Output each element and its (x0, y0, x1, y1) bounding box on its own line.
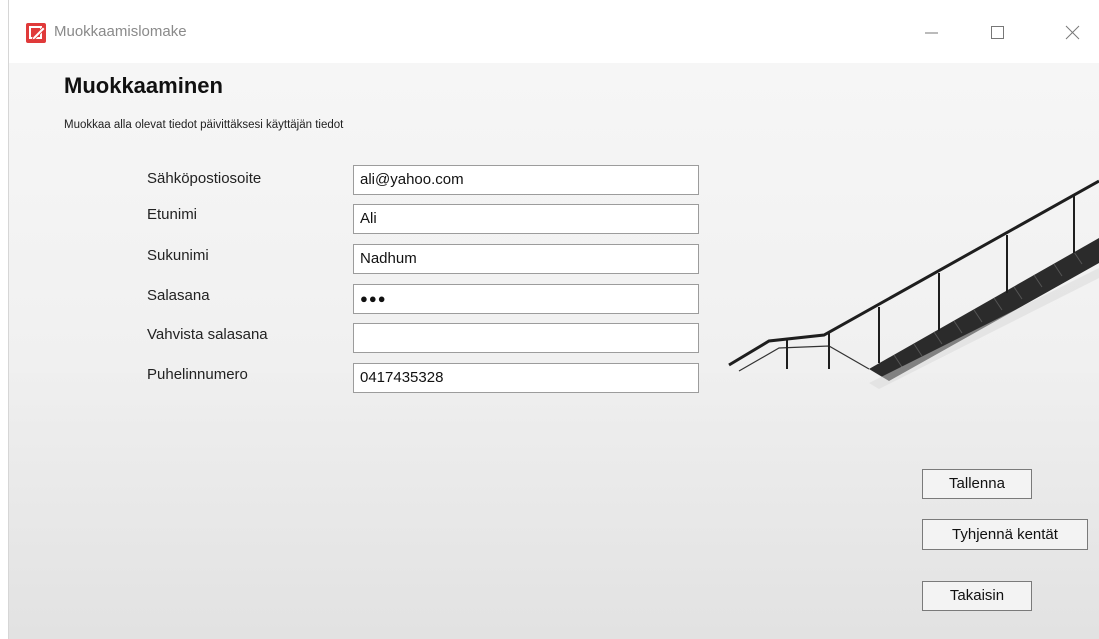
close-button[interactable] (1052, 18, 1092, 46)
back-button[interactable]: Takaisin (922, 581, 1032, 611)
last-name-label: Sukunimi (147, 247, 209, 264)
first-name-field[interactable]: Ali (353, 204, 699, 234)
title-bar[interactable]: Muokkaamislomake (9, 0, 1099, 63)
confirm-password-label: Vahvista salasana (147, 326, 268, 343)
minimize-button[interactable] (911, 18, 951, 46)
minimize-icon (925, 32, 938, 34)
edit-app-icon (26, 23, 46, 43)
password-field[interactable]: ●●● (353, 284, 699, 314)
app-window: Muokkaamislomake Muokkaaminen Muokkaa al… (0, 0, 1099, 639)
phone-label: Puhelinnumero (147, 366, 248, 383)
save-button[interactable]: Tallenna (922, 469, 1032, 499)
email-field[interactable]: ali@yahoo.com (353, 165, 699, 195)
phone-field[interactable]: 0417435328 (353, 363, 699, 393)
window-title: Muokkaamislomake (54, 23, 187, 40)
confirm-password-field[interactable] (353, 323, 699, 353)
page-title: Muokkaaminen (64, 73, 223, 98)
form-area: Muokkaaminen Muokkaa alla olevat tiedot … (9, 63, 1099, 639)
maximize-icon (991, 26, 1004, 39)
page-subtitle: Muokkaa alla olevat tiedot päivittäksesi… (64, 119, 344, 131)
last-name-field[interactable]: Nadhum (353, 244, 699, 274)
email-label: Sähköpostiosoite (147, 170, 262, 187)
password-label: Salasana (147, 287, 210, 304)
clear-fields-button[interactable]: Tyhjennä kentät (922, 519, 1088, 550)
maximize-button[interactable] (977, 18, 1017, 46)
first-name-label: Etunimi (147, 206, 198, 223)
close-icon (1065, 25, 1080, 40)
